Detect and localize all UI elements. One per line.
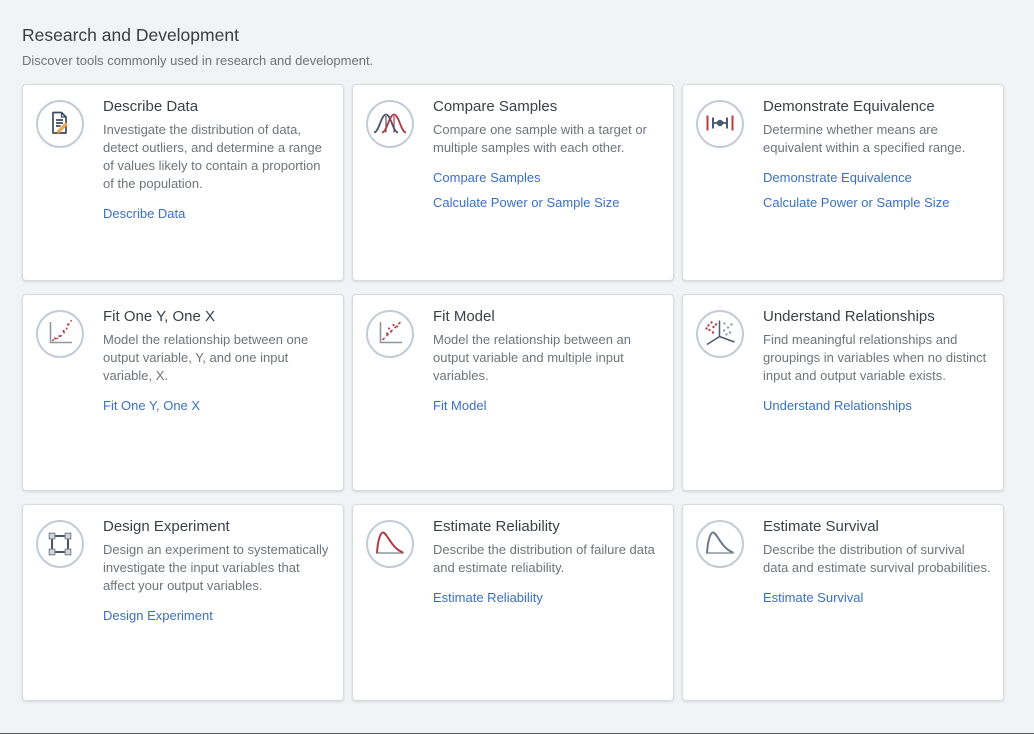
3d-scatter-icon	[696, 310, 744, 358]
page-title: Research and Development	[22, 25, 1004, 46]
card-title: Fit One Y, One X	[103, 308, 331, 325]
card-title: Demonstrate Equivalence	[763, 98, 991, 115]
card-understand-relationships: Understand Relationships Find meaningful…	[682, 294, 1004, 491]
page-subtitle: Discover tools commonly used in research…	[22, 53, 1004, 68]
estimate-reliability-link[interactable]: Estimate Reliability	[433, 590, 661, 605]
card-description: Investigate the distribution of data, de…	[103, 121, 331, 193]
estimate-survival-link[interactable]: Estimate Survival	[763, 590, 991, 605]
overlapping-distributions-icon	[366, 100, 414, 148]
card-title: Fit Model	[433, 308, 661, 325]
doe-square-icon	[36, 520, 84, 568]
tool-card-grid: Describe Data Investigate the distributi…	[22, 84, 1004, 701]
describe-data-link[interactable]: Describe Data	[103, 206, 331, 221]
card-title: Estimate Reliability	[433, 518, 661, 535]
scatter-fitline-icon	[366, 310, 414, 358]
card-estimate-reliability: Estimate Reliability Describe the distri…	[352, 504, 674, 701]
card-fit-model: Fit Model Model the relationship between…	[352, 294, 674, 491]
equivalence-interval-icon	[696, 100, 744, 148]
document-pencil-icon	[36, 100, 84, 148]
compare-samples-power-link[interactable]: Calculate Power or Sample Size	[433, 195, 661, 210]
card-description: Determine whether means are equivalent w…	[763, 121, 991, 157]
card-description: Model the relationship between one outpu…	[103, 331, 331, 385]
card-description: Design an experiment to systematically i…	[103, 541, 331, 595]
scatter-curve-icon	[36, 310, 84, 358]
survival-distribution-icon	[696, 520, 744, 568]
understand-relationships-link[interactable]: Understand Relationships	[763, 398, 991, 413]
card-description: Compare one sample with a target or mult…	[433, 121, 661, 157]
equivalence-power-link[interactable]: Calculate Power or Sample Size	[763, 195, 991, 210]
card-title: Compare Samples	[433, 98, 661, 115]
demonstrate-equivalence-link[interactable]: Demonstrate Equivalence	[763, 170, 991, 185]
card-demonstrate-equivalence: Demonstrate Equivalence Determine whethe…	[682, 84, 1004, 281]
card-title: Understand Relationships	[763, 308, 991, 325]
design-experiment-link[interactable]: Design Experiment	[103, 608, 331, 623]
failure-distribution-icon	[366, 520, 414, 568]
research-and-development-page: Research and Development Discover tools …	[0, 0, 1034, 701]
fit-model-link[interactable]: Fit Model	[433, 398, 661, 413]
card-describe-data: Describe Data Investigate the distributi…	[22, 84, 344, 281]
card-description: Find meaningful relationships and groupi…	[763, 331, 991, 385]
card-description: Describe the distribution of failure dat…	[433, 541, 661, 577]
card-title: Describe Data	[103, 98, 331, 115]
card-design-experiment: Design Experiment Design an experiment t…	[22, 504, 344, 701]
compare-samples-link[interactable]: Compare Samples	[433, 170, 661, 185]
fit-one-y-one-x-link[interactable]: Fit One Y, One X	[103, 398, 331, 413]
card-description: Describe the distribution of survival da…	[763, 541, 991, 577]
card-estimate-survival: Estimate Survival Describe the distribut…	[682, 504, 1004, 701]
card-fit-one-y-one-x: Fit One Y, One X Model the relationship …	[22, 294, 344, 491]
card-compare-samples: Compare Samples Compare one sample with …	[352, 84, 674, 281]
card-description: Model the relationship between an output…	[433, 331, 661, 385]
card-title: Estimate Survival	[763, 518, 991, 535]
card-title: Design Experiment	[103, 518, 331, 535]
